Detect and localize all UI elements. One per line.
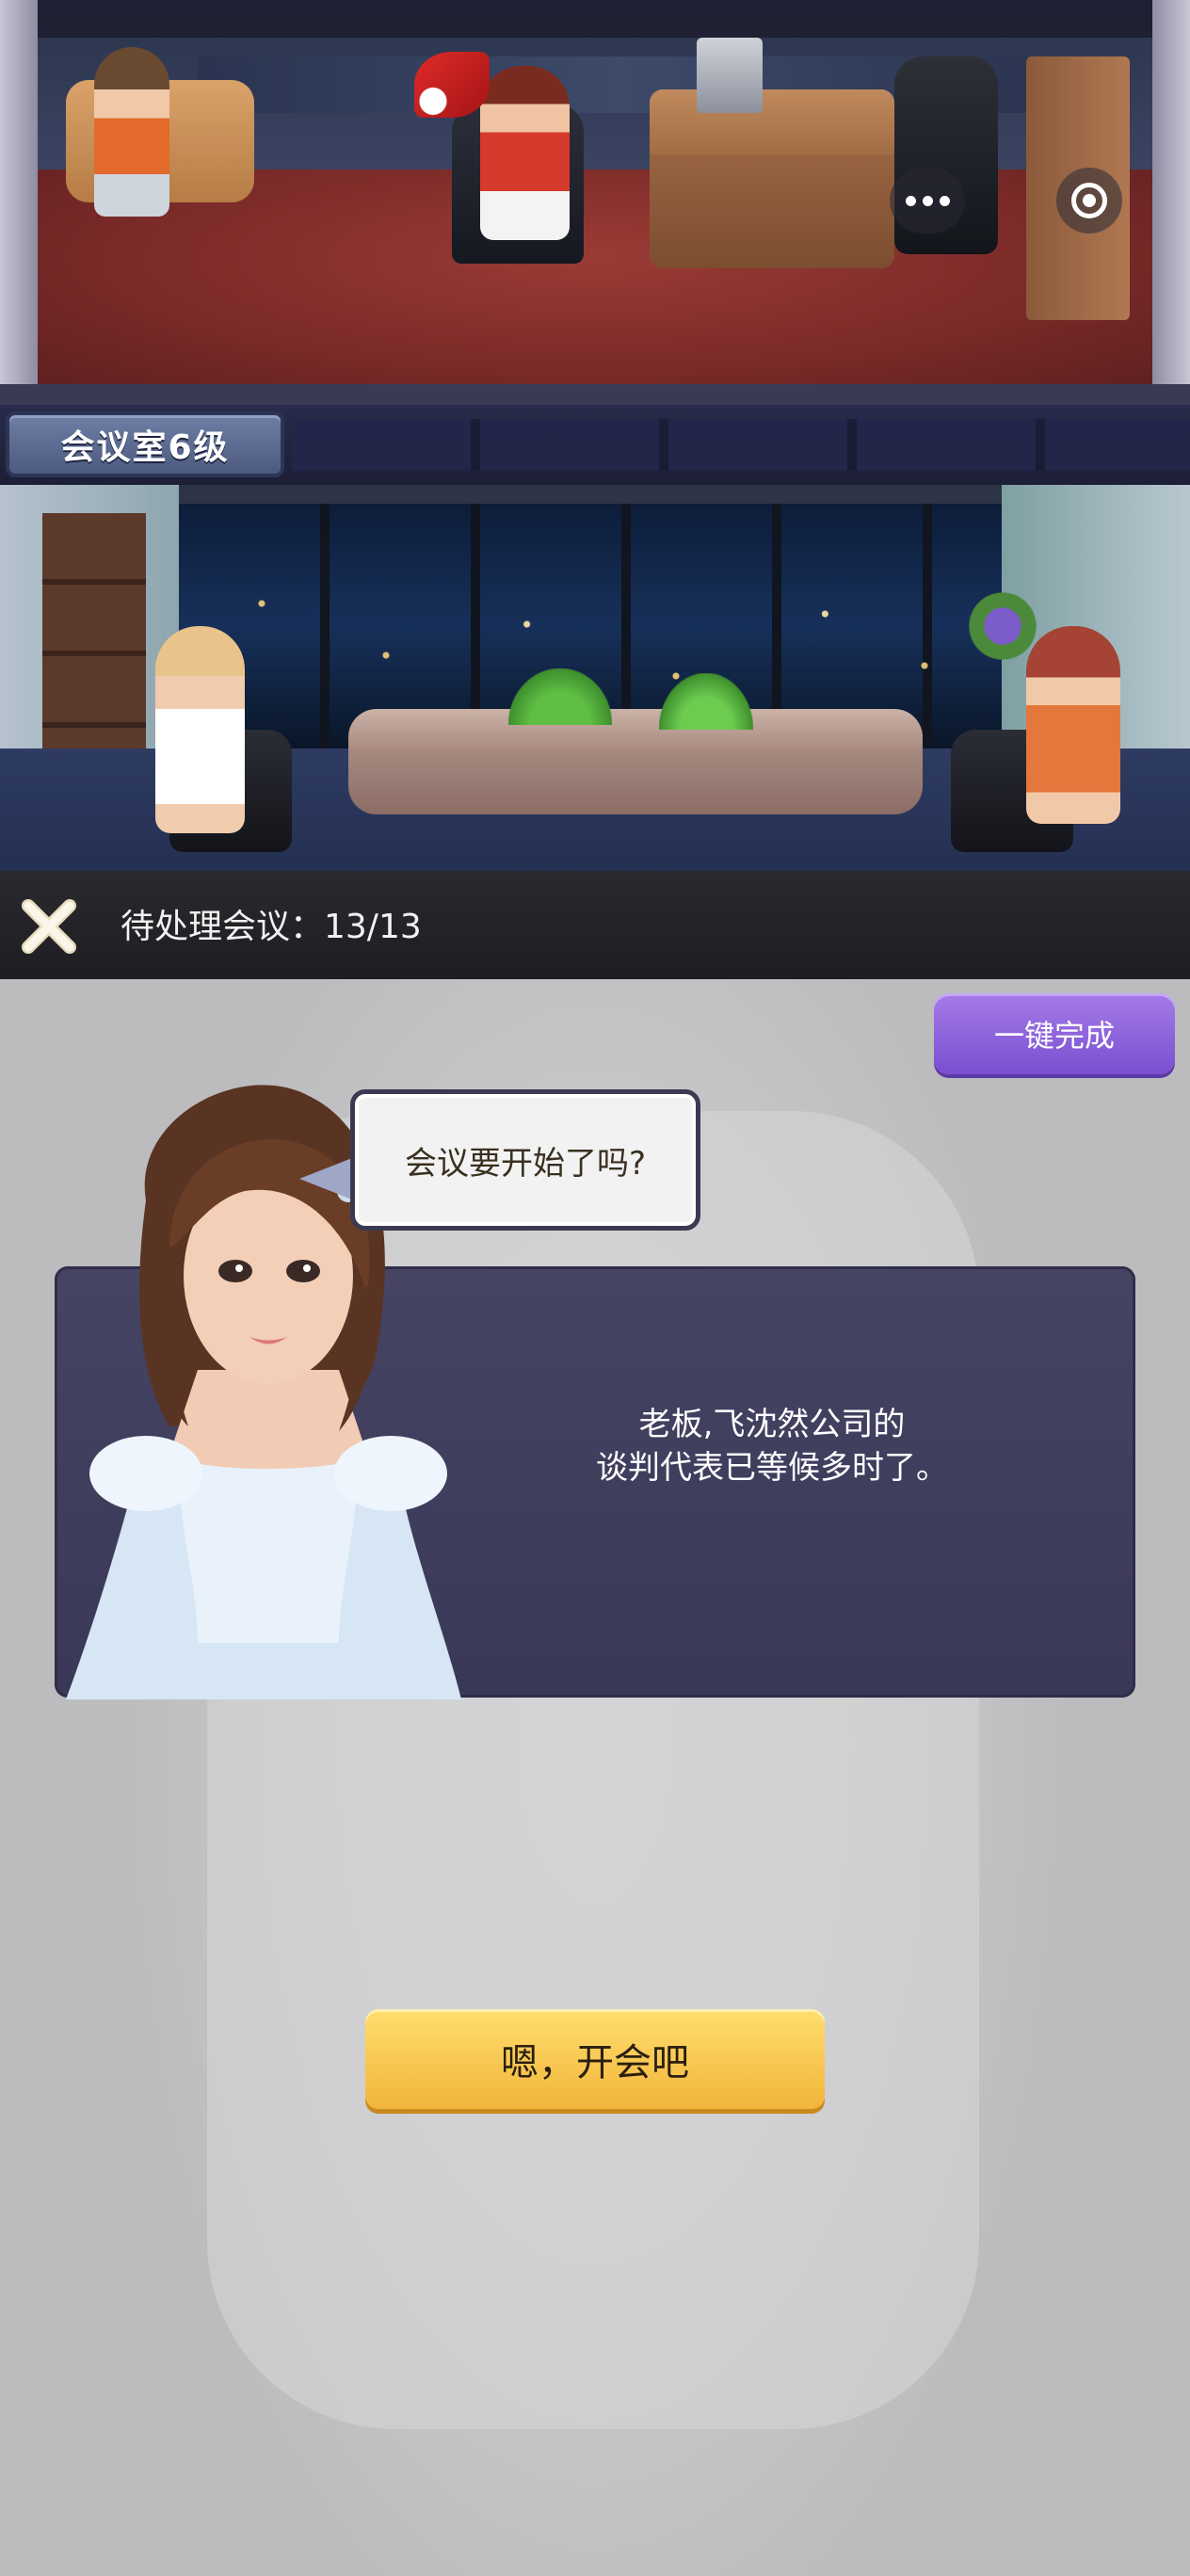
speech-bubble-text: 会议要开始了吗? [404, 1144, 647, 1183]
meeting-table-top [348, 709, 923, 750]
dialog-message-line-2: 谈判代表已等候多时了。 [596, 1449, 948, 1487]
speech-bubble: 会议要开始了吗? [350, 1089, 700, 1231]
office-floor-edge [0, 384, 1190, 405]
character-on-sofa [94, 47, 169, 217]
santa-hat [414, 52, 490, 118]
character-blonde [155, 626, 245, 833]
character-redhead [1026, 626, 1120, 824]
office-frame-left [0, 0, 38, 405]
more-dots-icon [905, 195, 916, 206]
desk-monitor [697, 38, 763, 113]
character-boss [480, 66, 570, 240]
office-scene [0, 0, 1190, 405]
target-icon [1071, 183, 1107, 218]
start-meeting-button[interactable]: 嗯，开会吧 [365, 2009, 825, 2109]
dialog-message-line-1: 老板,飞沈然公司的 [638, 1406, 906, 1443]
office-frame-right [1152, 0, 1190, 405]
table-plant [659, 673, 753, 730]
close-x-icon [22, 899, 76, 954]
room-bar-tiles [292, 419, 1190, 471]
room-level-label: 会议室6级 [60, 428, 230, 467]
more-options-button[interactable] [890, 168, 965, 233]
table-plant [508, 668, 612, 725]
speech-bubble-tail [299, 1158, 352, 1199]
office-desk-top [650, 89, 894, 155]
target-button[interactable] [1056, 168, 1122, 233]
meeting-room-scene [0, 485, 1190, 871]
game-screen: 会议室6级 待处理会议：13/13 一键完成 会议要开始了吗? 老板,飞沈然公司… [0, 0, 1190, 2576]
more-dots-icon [939, 195, 950, 206]
room-level-badge: 会议室6级 [6, 411, 284, 477]
pending-meetings-count: 待处理会议：13/13 [121, 908, 422, 946]
dialog-message: 老板,飞沈然公司的 谈判代表已等候多时了。 [490, 1403, 1054, 1489]
close-button[interactable] [17, 894, 81, 958]
complete-all-button[interactable]: 一键完成 [934, 993, 1175, 1074]
target-icon-core [1083, 194, 1096, 207]
more-dots-icon [922, 195, 933, 206]
